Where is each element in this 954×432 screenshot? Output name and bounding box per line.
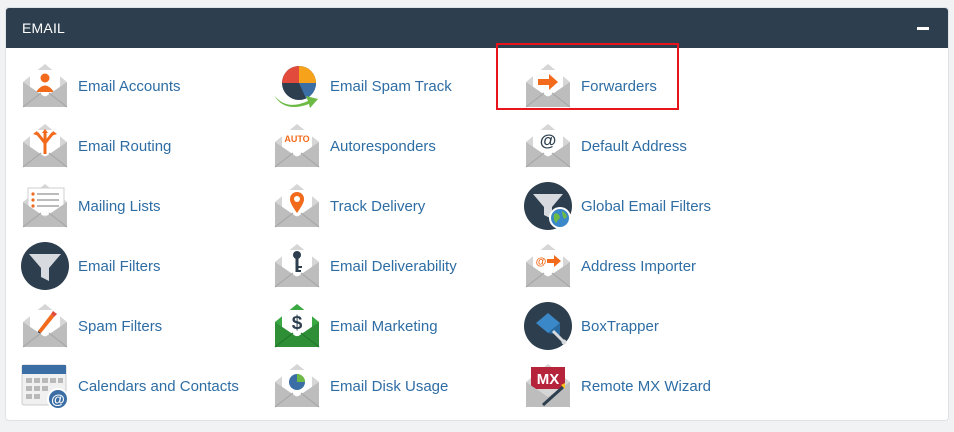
svg-text:@: @ (536, 256, 547, 268)
email-deliverability-link[interactable]: Email Deliverability (272, 238, 457, 294)
item-label: Calendars and Contacts (78, 377, 239, 395)
item-label: Email Accounts (78, 77, 181, 95)
email-panel: EMAIL Email Accounts Email Spam Track Fo… (5, 7, 949, 421)
item-label: Default Address (581, 137, 687, 155)
mailing-lists-link[interactable]: Mailing Lists (20, 178, 161, 234)
panel-header[interactable]: EMAIL (6, 8, 948, 48)
mailing-lists-icon (22, 184, 68, 228)
email-accounts-link[interactable]: Email Accounts (20, 58, 181, 114)
boxtrapper-icon (524, 302, 572, 350)
item-label: Email Marketing (330, 317, 438, 335)
spam-track-icon (274, 66, 318, 108)
email-spam-track-link[interactable]: Email Spam Track (272, 58, 452, 114)
item-label: Spam Filters (78, 317, 163, 335)
item-label: Track Delivery (330, 197, 426, 215)
email-disk-usage-icon (274, 364, 320, 408)
item-label: Remote MX Wizard (581, 377, 712, 395)
email-disk-usage-link[interactable]: Email Disk Usage (272, 358, 448, 414)
svg-text:@: @ (540, 131, 557, 150)
address-importer-link[interactable]: @ Address Importer (523, 238, 696, 294)
spam-filters-icon (22, 304, 68, 348)
remote-mx-wizard-icon: MX (526, 364, 570, 407)
item-label: Email Filters (78, 257, 161, 275)
minus-icon[interactable] (914, 19, 932, 37)
forwarders-link[interactable]: Forwarders (523, 58, 657, 114)
remote-mx-wizard-link[interactable]: MX Remote MX Wizard (523, 358, 711, 414)
item-label: Email Disk Usage (330, 377, 449, 395)
item-label: BoxTrapper (581, 317, 659, 335)
global-email-filters-icon (524, 182, 572, 230)
item-label: Forwarders (581, 77, 657, 95)
svg-text:AUTO: AUTO (284, 134, 309, 144)
track-delivery-icon (274, 184, 320, 228)
autoresponders-icon: AUTO (274, 124, 320, 168)
global-email-filters-link[interactable]: Global Email Filters (523, 178, 711, 234)
item-label: Mailing Lists (78, 197, 161, 215)
svg-text:$: $ (292, 313, 303, 334)
email-marketing-icon: $ (274, 304, 320, 348)
email-filters-icon (21, 242, 69, 290)
item-label: Autoresponders (330, 137, 436, 155)
email-marketing-link[interactable]: $ Email Marketing (272, 298, 438, 354)
email-routing-link[interactable]: Email Routing (20, 118, 171, 174)
email-routing-icon (22, 124, 68, 168)
item-label: Email Spam Track (330, 77, 452, 95)
email-filters-link[interactable]: Email Filters (20, 238, 161, 294)
item-label: Address Importer (581, 257, 697, 275)
calendars-contacts-icon: @ (21, 364, 69, 410)
email-accounts-icon (22, 64, 68, 108)
address-importer-icon: @ (525, 244, 571, 288)
panel-title: EMAIL (22, 20, 66, 36)
default-address-icon: @ (525, 124, 571, 168)
email-deliverability-icon (274, 244, 320, 288)
track-delivery-link[interactable]: Track Delivery (272, 178, 425, 234)
item-label: Email Routing (78, 137, 172, 155)
svg-text:@: @ (51, 391, 65, 407)
svg-text:MX: MX (537, 371, 560, 388)
calendars-contacts-link[interactable]: @ Calendars and Contacts (20, 358, 239, 414)
forwarders-icon (525, 64, 571, 108)
autoresponders-link[interactable]: AUTO Autoresponders (272, 118, 436, 174)
spam-filters-link[interactable]: Spam Filters (20, 298, 162, 354)
boxtrapper-link[interactable]: BoxTrapper (523, 298, 659, 354)
item-label: Global Email Filters (581, 197, 712, 215)
item-label: Email Deliverability (330, 257, 457, 275)
default-address-link[interactable]: @ Default Address (523, 118, 687, 174)
